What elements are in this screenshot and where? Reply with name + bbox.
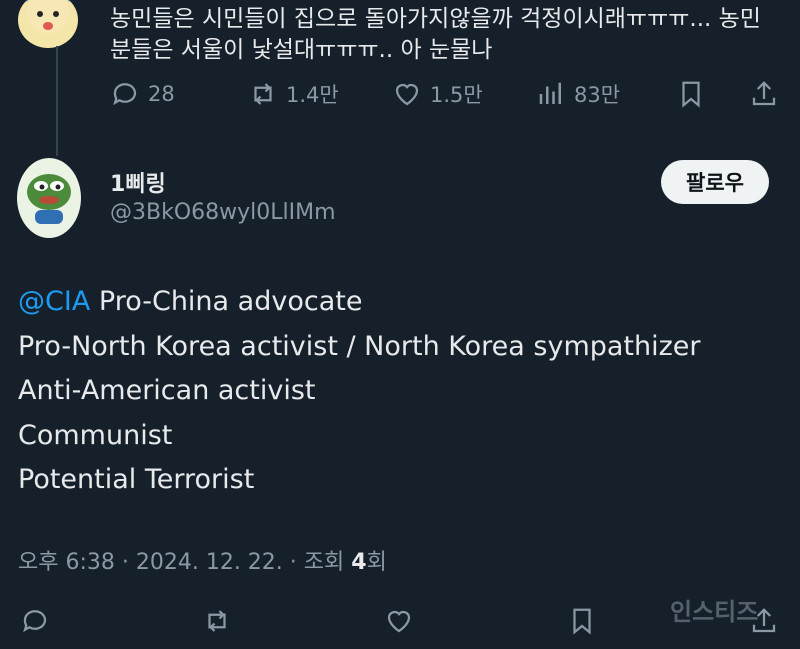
mention-link[interactable]: @CIA xyxy=(18,286,90,317)
watermark: 인스티즈 xyxy=(670,598,759,626)
views-button[interactable]: 83만 xyxy=(536,79,620,109)
heart-icon xyxy=(395,83,419,106)
tweet-line: Pro-North Korea activist / North Korea s… xyxy=(18,330,701,362)
share-button[interactable] xyxy=(749,606,779,636)
reply-count: 28 xyxy=(148,82,175,106)
repost-count: 1.4만 xyxy=(286,83,339,107)
like-button[interactable] xyxy=(384,606,414,636)
tweet-line: Communist xyxy=(18,419,173,451)
view-suffix: 회 xyxy=(366,550,387,575)
tweet-line: @CIA Pro-China advocate xyxy=(18,280,701,325)
tweet-line: Anti-American activist xyxy=(18,375,316,406)
avatar[interactable] xyxy=(18,0,78,48)
reply-button[interactable] xyxy=(20,606,50,636)
bookmark-button[interactable] xyxy=(676,79,706,109)
view-count: 4 xyxy=(351,550,367,575)
user-avatar[interactable] xyxy=(17,158,81,238)
repost-button[interactable]: 1.4만 xyxy=(248,79,339,109)
repost-button[interactable] xyxy=(202,606,232,636)
timestamp: 오후 6:38 · 2024. 12. 22. · 조회 xyxy=(18,550,352,575)
bookmark-icon xyxy=(682,81,700,108)
bookmark-button[interactable] xyxy=(567,606,597,636)
reply-button[interactable]: 28 xyxy=(110,79,175,109)
repost-icon xyxy=(254,83,272,105)
follow-button[interactable]: 팔로우 xyxy=(661,160,769,204)
user-handle[interactable]: @3BkO68wyl0LlIMm xyxy=(110,200,336,225)
thread-line xyxy=(56,46,58,156)
views-icon xyxy=(539,82,561,104)
repost-icon xyxy=(208,610,226,632)
like-count: 1.5만 xyxy=(430,83,483,107)
bookmark-icon xyxy=(573,608,591,635)
display-name[interactable]: 1삐링 xyxy=(110,166,166,198)
tweet-text: @CIA Pro-China advocate Pro-North Korea … xyxy=(18,280,701,503)
reply-text: 농민들은 시민들이 집으로 돌아가지않을까 걱정이시래ㅠㅠㅠ... 농민분들은 … xyxy=(110,6,761,63)
like-button[interactable]: 1.5만 xyxy=(392,79,483,109)
tweet-meta: 오후 6:38 · 2024. 12. 22. · 조회 4회 xyxy=(18,544,387,576)
share-icon xyxy=(752,608,776,633)
reply-icon xyxy=(23,610,47,633)
tweet-line-text: Pro-China advocate xyxy=(98,286,363,317)
share-icon xyxy=(752,81,776,106)
share-button[interactable] xyxy=(749,79,779,109)
views-count: 83만 xyxy=(574,83,621,107)
tweet-line: Potential Terrorist xyxy=(18,464,255,495)
reply-icon xyxy=(113,83,137,106)
heart-icon xyxy=(387,610,411,633)
